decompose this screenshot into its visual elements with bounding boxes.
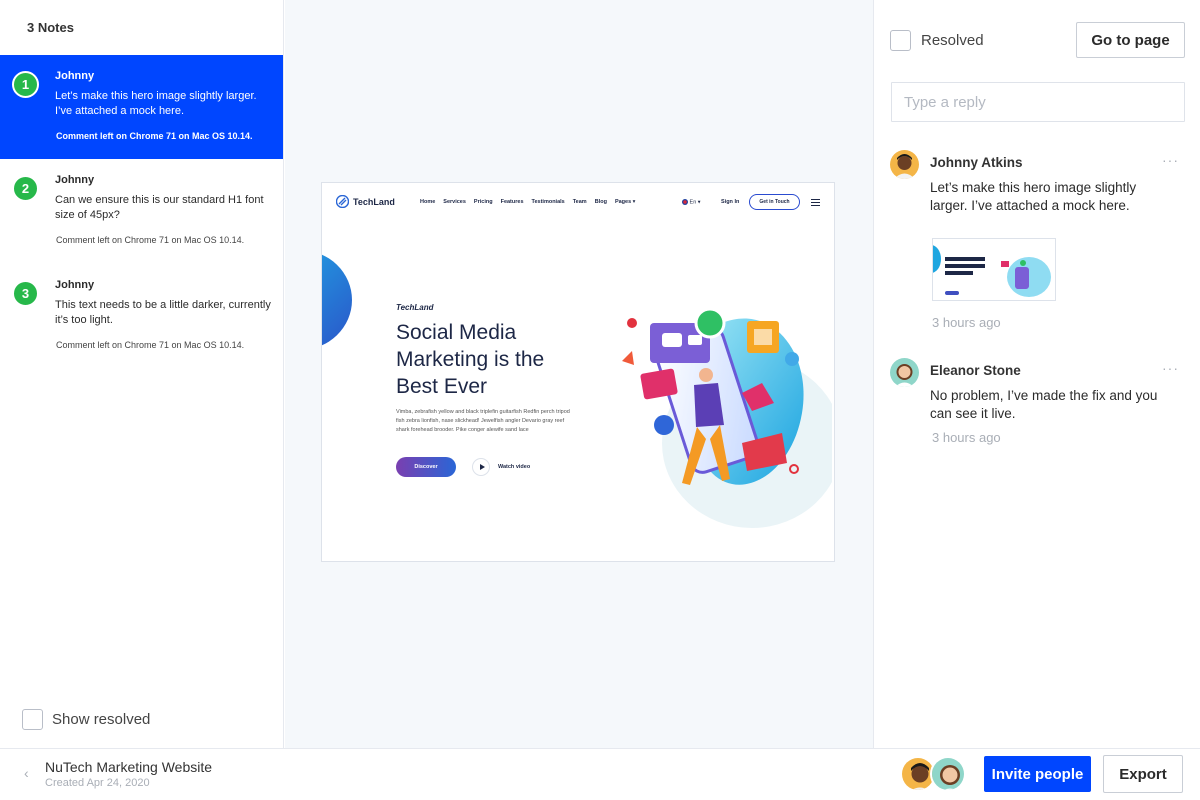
note-text: Can we ensure this is our standard H1 fo… [55, 194, 264, 221]
note-author: Johnny [55, 174, 95, 186]
project-name: NuTech Marketing Website [45, 759, 213, 775]
avatar-johnny-icon [890, 150, 919, 179]
comment-author: Eleanor Stone [930, 363, 1021, 378]
footer-bar: ‹ NuTech Marketing Website Created Apr 2… [0, 748, 1200, 800]
notes-panel: 3 Notes 1 Johnny Let’s make this hero im… [0, 0, 284, 748]
play-icon [472, 458, 490, 476]
back-chevron-icon[interactable]: ‹ [24, 765, 29, 781]
note-item-1[interactable]: 1 Johnny Let’s make this hero image slig… [0, 55, 283, 159]
techland-logo-icon [336, 195, 349, 208]
note-text: This text needs to be a little darker, c… [55, 299, 271, 326]
preview-discover: Discover [396, 457, 456, 477]
preview-menu-item: Pages ▾ [614, 199, 636, 205]
page-preview[interactable]: TechLand Home Services Pricing Features … [321, 182, 835, 562]
note-author: Johnny [55, 70, 95, 82]
resolved-label: Resolved [921, 32, 984, 49]
preview-logo-text: TechLand [353, 196, 395, 207]
note-meta: Comment left on Chrome 71 on Mac OS 10.1… [56, 340, 245, 350]
hero-illustration [622, 307, 832, 528]
note-meta: Comment left on Chrome 71 on Mac OS 10.1… [56, 235, 245, 245]
preview-menu-item: Features [500, 199, 524, 205]
more-options-icon[interactable]: ··· [1162, 360, 1179, 376]
uk-flag-icon [682, 199, 688, 205]
avatar-eleanor-icon [890, 358, 919, 387]
avatar [890, 358, 919, 387]
more-options-icon[interactable]: ··· [1162, 152, 1179, 168]
preview-canvas: TechLand Home Services Pricing Features … [285, 0, 873, 748]
note-author: Johnny [55, 279, 95, 291]
mock-thumbnail-image [933, 239, 1055, 300]
note-item-3[interactable]: 3 Johnny This text needs to be a little … [0, 264, 283, 368]
preview-menu-item: Services [443, 199, 466, 205]
preview-brand: TechLand [396, 303, 434, 312]
preview-body: Vimba, zebrafish yellow and black triple… [396, 409, 570, 433]
preview-menu-item: Testimonials [531, 199, 565, 205]
preview-watch: Watch video [498, 464, 531, 470]
preview-menu-item: Blog [594, 199, 607, 205]
comment-text: Let’s make this hero image slightly larg… [930, 180, 1137, 213]
note-number-badge: 1 [12, 71, 39, 98]
show-resolved-label: Show resolved [52, 711, 151, 728]
note-number-badge: 3 [12, 280, 39, 307]
avatar [930, 756, 966, 792]
show-resolved-checkbox[interactable] [22, 709, 43, 730]
hamburger-icon [811, 199, 820, 208]
hero-left-blob [322, 254, 352, 346]
avatar [890, 150, 919, 179]
resolved-checkbox[interactable] [890, 30, 911, 51]
note-text: Let’s make this hero image slightly larg… [55, 90, 257, 117]
invite-people-button[interactable]: Invite people [984, 756, 1091, 792]
note-number-badge: 2 [12, 175, 39, 202]
resolved-toggle[interactable]: Resolved [890, 30, 984, 51]
note-item-2[interactable]: 2 Johnny Can we ensure this is our stand… [0, 159, 283, 263]
show-resolved-toggle[interactable]: Show resolved [22, 709, 150, 730]
comment-time: 3 hours ago [932, 315, 1001, 330]
export-button[interactable]: Export [1103, 755, 1183, 793]
preview-menu-item: Team [572, 199, 587, 205]
preview-lang: En ▾ [682, 199, 701, 205]
attachment-thumbnail[interactable] [932, 238, 1056, 301]
project-created: Created Apr 24, 2020 [45, 777, 150, 789]
avatar-eleanor-icon [932, 758, 964, 790]
preview-logo: TechLand [336, 195, 395, 208]
thread-panel: Resolved Go to page Johnny Atkins ··· Le… [873, 0, 1200, 748]
note-meta: Comment left on Chrome 71 on Mac OS 10.1… [56, 131, 253, 141]
notes-count: 3 Notes [27, 20, 74, 35]
preview-menu: Home Services Pricing Features Testimoni… [420, 199, 635, 205]
preview-headline: Social Media Marketing is the Best Ever [396, 321, 545, 398]
comment-text: No problem, I’ve made the fix and you ca… [930, 388, 1158, 421]
comment-author: Johnny Atkins [930, 155, 1023, 170]
go-to-page-button[interactable]: Go to page [1076, 22, 1185, 58]
preview-menu-item: Home [420, 199, 436, 205]
reply-input[interactable] [891, 82, 1185, 122]
comment-time: 3 hours ago [932, 430, 1001, 445]
preview-signin: Sign In [721, 199, 740, 205]
preview-cta: Get in Touch [749, 194, 800, 210]
collaborator-avatars[interactable] [900, 756, 966, 792]
preview-menu-item: Pricing [473, 199, 493, 205]
